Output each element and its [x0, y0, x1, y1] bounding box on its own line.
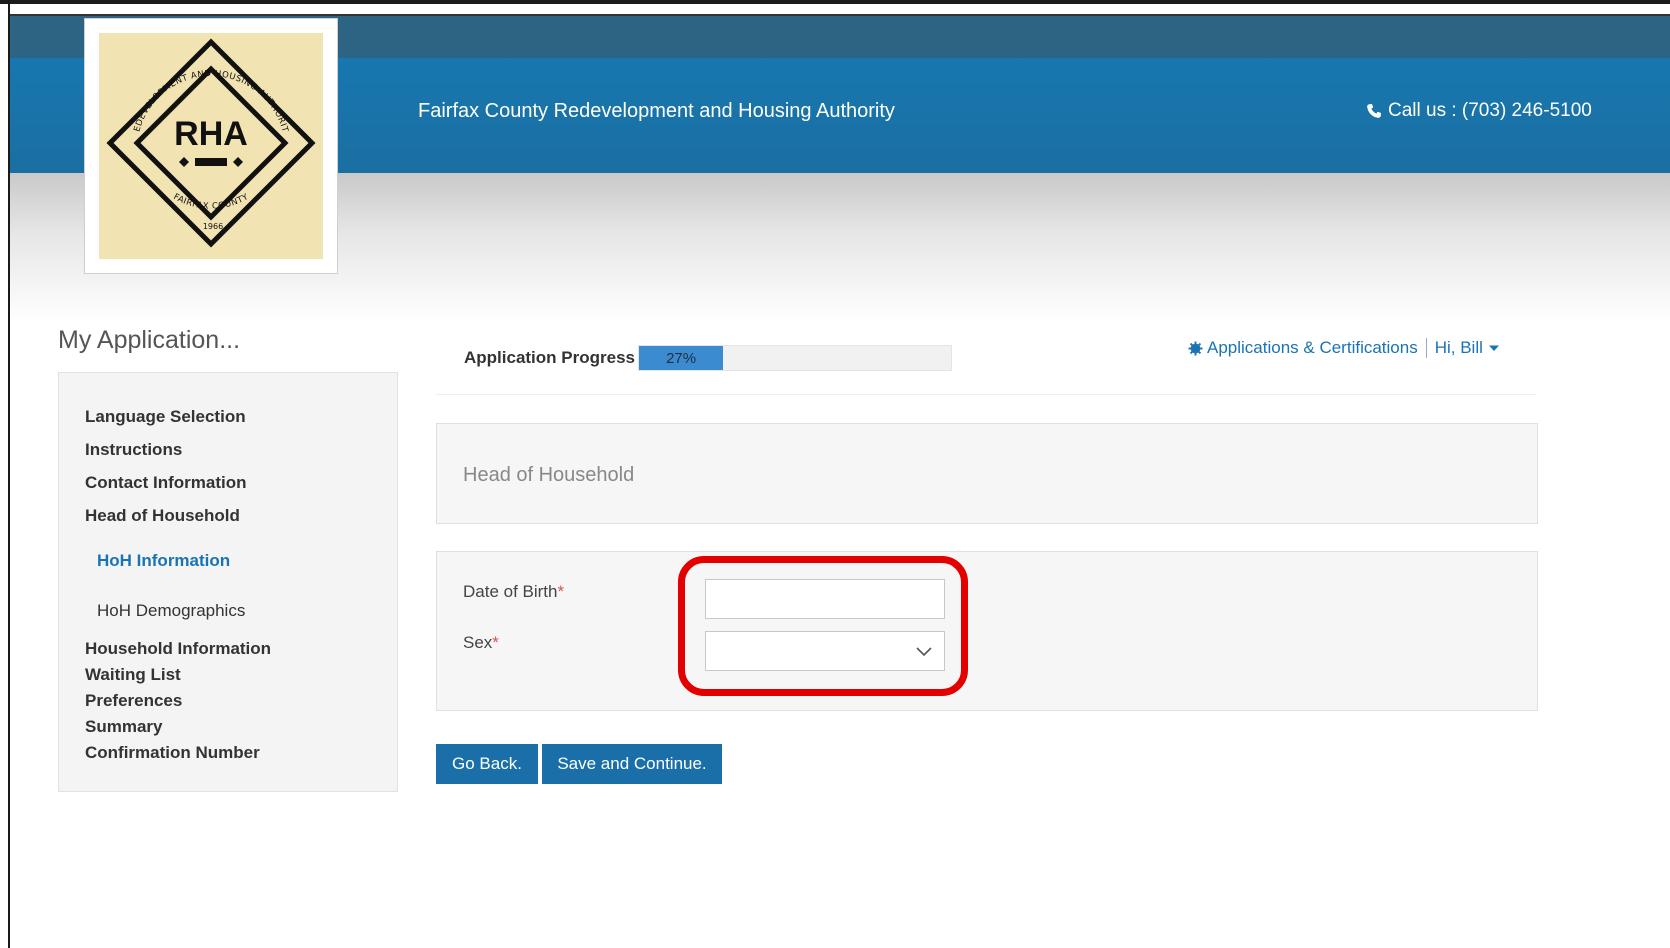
progress-bar: 27% — [638, 345, 952, 371]
dob-label: Date of Birth* — [463, 582, 564, 602]
org-name: Fairfax County Redevelopment and Housing… — [418, 100, 895, 122]
sidebar-item-hoh-information[interactable]: HoH Information — [97, 551, 230, 571]
logo-ring-text-bottom: FAIRFAX COUNTY — [172, 192, 251, 212]
sidebar-item-household-information[interactable]: Household Information — [85, 639, 271, 659]
sidebar-title: My Application... — [58, 326, 241, 354]
sex-select[interactable] — [705, 631, 945, 671]
sidebar-item-summary[interactable]: Summary — [85, 717, 162, 737]
user-menu-link[interactable]: Hi, Bill — [1435, 338, 1483, 358]
required-mark: * — [492, 633, 499, 652]
sidebar-item-instructions[interactable]: Instructions — [85, 440, 182, 460]
logo-background: REDEVELOPMENT AND HOUSING AUTHORITY FAIR… — [95, 26, 323, 259]
applications-certifications-link[interactable]: Applications & Certifications — [1207, 338, 1418, 358]
progress-percent: 27% — [666, 349, 697, 367]
section-header-box: Head of Household — [436, 423, 1538, 524]
section-title: Head of Household — [463, 464, 635, 486]
sidebar-item-language-selection[interactable]: Language Selection — [85, 407, 246, 427]
link-separator — [1425, 338, 1427, 358]
screenshot-frame-inner-top — [10, 14, 1670, 16]
gear-icon — [1188, 340, 1203, 356]
required-mark: * — [557, 582, 565, 601]
logo-center-text: RHA — [174, 115, 248, 153]
sidebar-item-contact-information[interactable]: Contact Information — [85, 473, 247, 493]
screenshot-frame-top — [0, 0, 1670, 4]
logo-year: 1966 — [203, 222, 223, 231]
chevron-down-icon — [916, 647, 932, 657]
dob-label-text: Date of Birth — [463, 582, 558, 601]
date-of-birth-input[interactable] — [705, 579, 945, 619]
svg-text:FAIRFAX COUNTY: FAIRFAX COUNTY — [172, 192, 251, 212]
phone-icon — [1367, 104, 1381, 118]
progress-fill: 27% — [639, 346, 724, 370]
sidebar-item-preferences[interactable]: Preferences — [85, 691, 182, 711]
application-sidebar: Language Selection Instructions Contact … — [58, 372, 398, 792]
sidebar-item-waiting-list[interactable]: Waiting List — [85, 665, 181, 685]
sex-label-text: Sex — [463, 633, 493, 652]
sex-label: Sex* — [463, 633, 499, 653]
sidebar-item-hoh-demographics[interactable]: HoH Demographics — [97, 601, 245, 621]
rha-logo: REDEVELOPMENT AND HOUSING AUTHORITY FAIR… — [95, 26, 316, 248]
progress-label: Application Progress — [464, 348, 635, 367]
phone-label: Call us : (703) 246-5100 — [1388, 100, 1592, 121]
sidebar-item-confirmation-number[interactable]: Confirmation Number — [85, 743, 260, 763]
content-divider — [436, 394, 1536, 395]
go-back-button[interactable]: Go Back. — [436, 744, 538, 784]
sidebar-item-head-of-household[interactable]: Head of Household — [85, 506, 240, 526]
save-and-continue-button[interactable]: Save and Continue. — [542, 744, 722, 784]
phone-contact[interactable]: Call us : (703) 246-5100 — [1366, 100, 1592, 122]
caret-down-icon[interactable] — [1488, 343, 1499, 353]
hoh-form: Date of Birth* Sex* — [436, 551, 1538, 711]
logo-container[interactable]: REDEVELOPMENT AND HOUSING AUTHORITY FAIR… — [84, 18, 338, 274]
user-links: Applications & Certifications Hi, Bill — [1188, 338, 1499, 358]
